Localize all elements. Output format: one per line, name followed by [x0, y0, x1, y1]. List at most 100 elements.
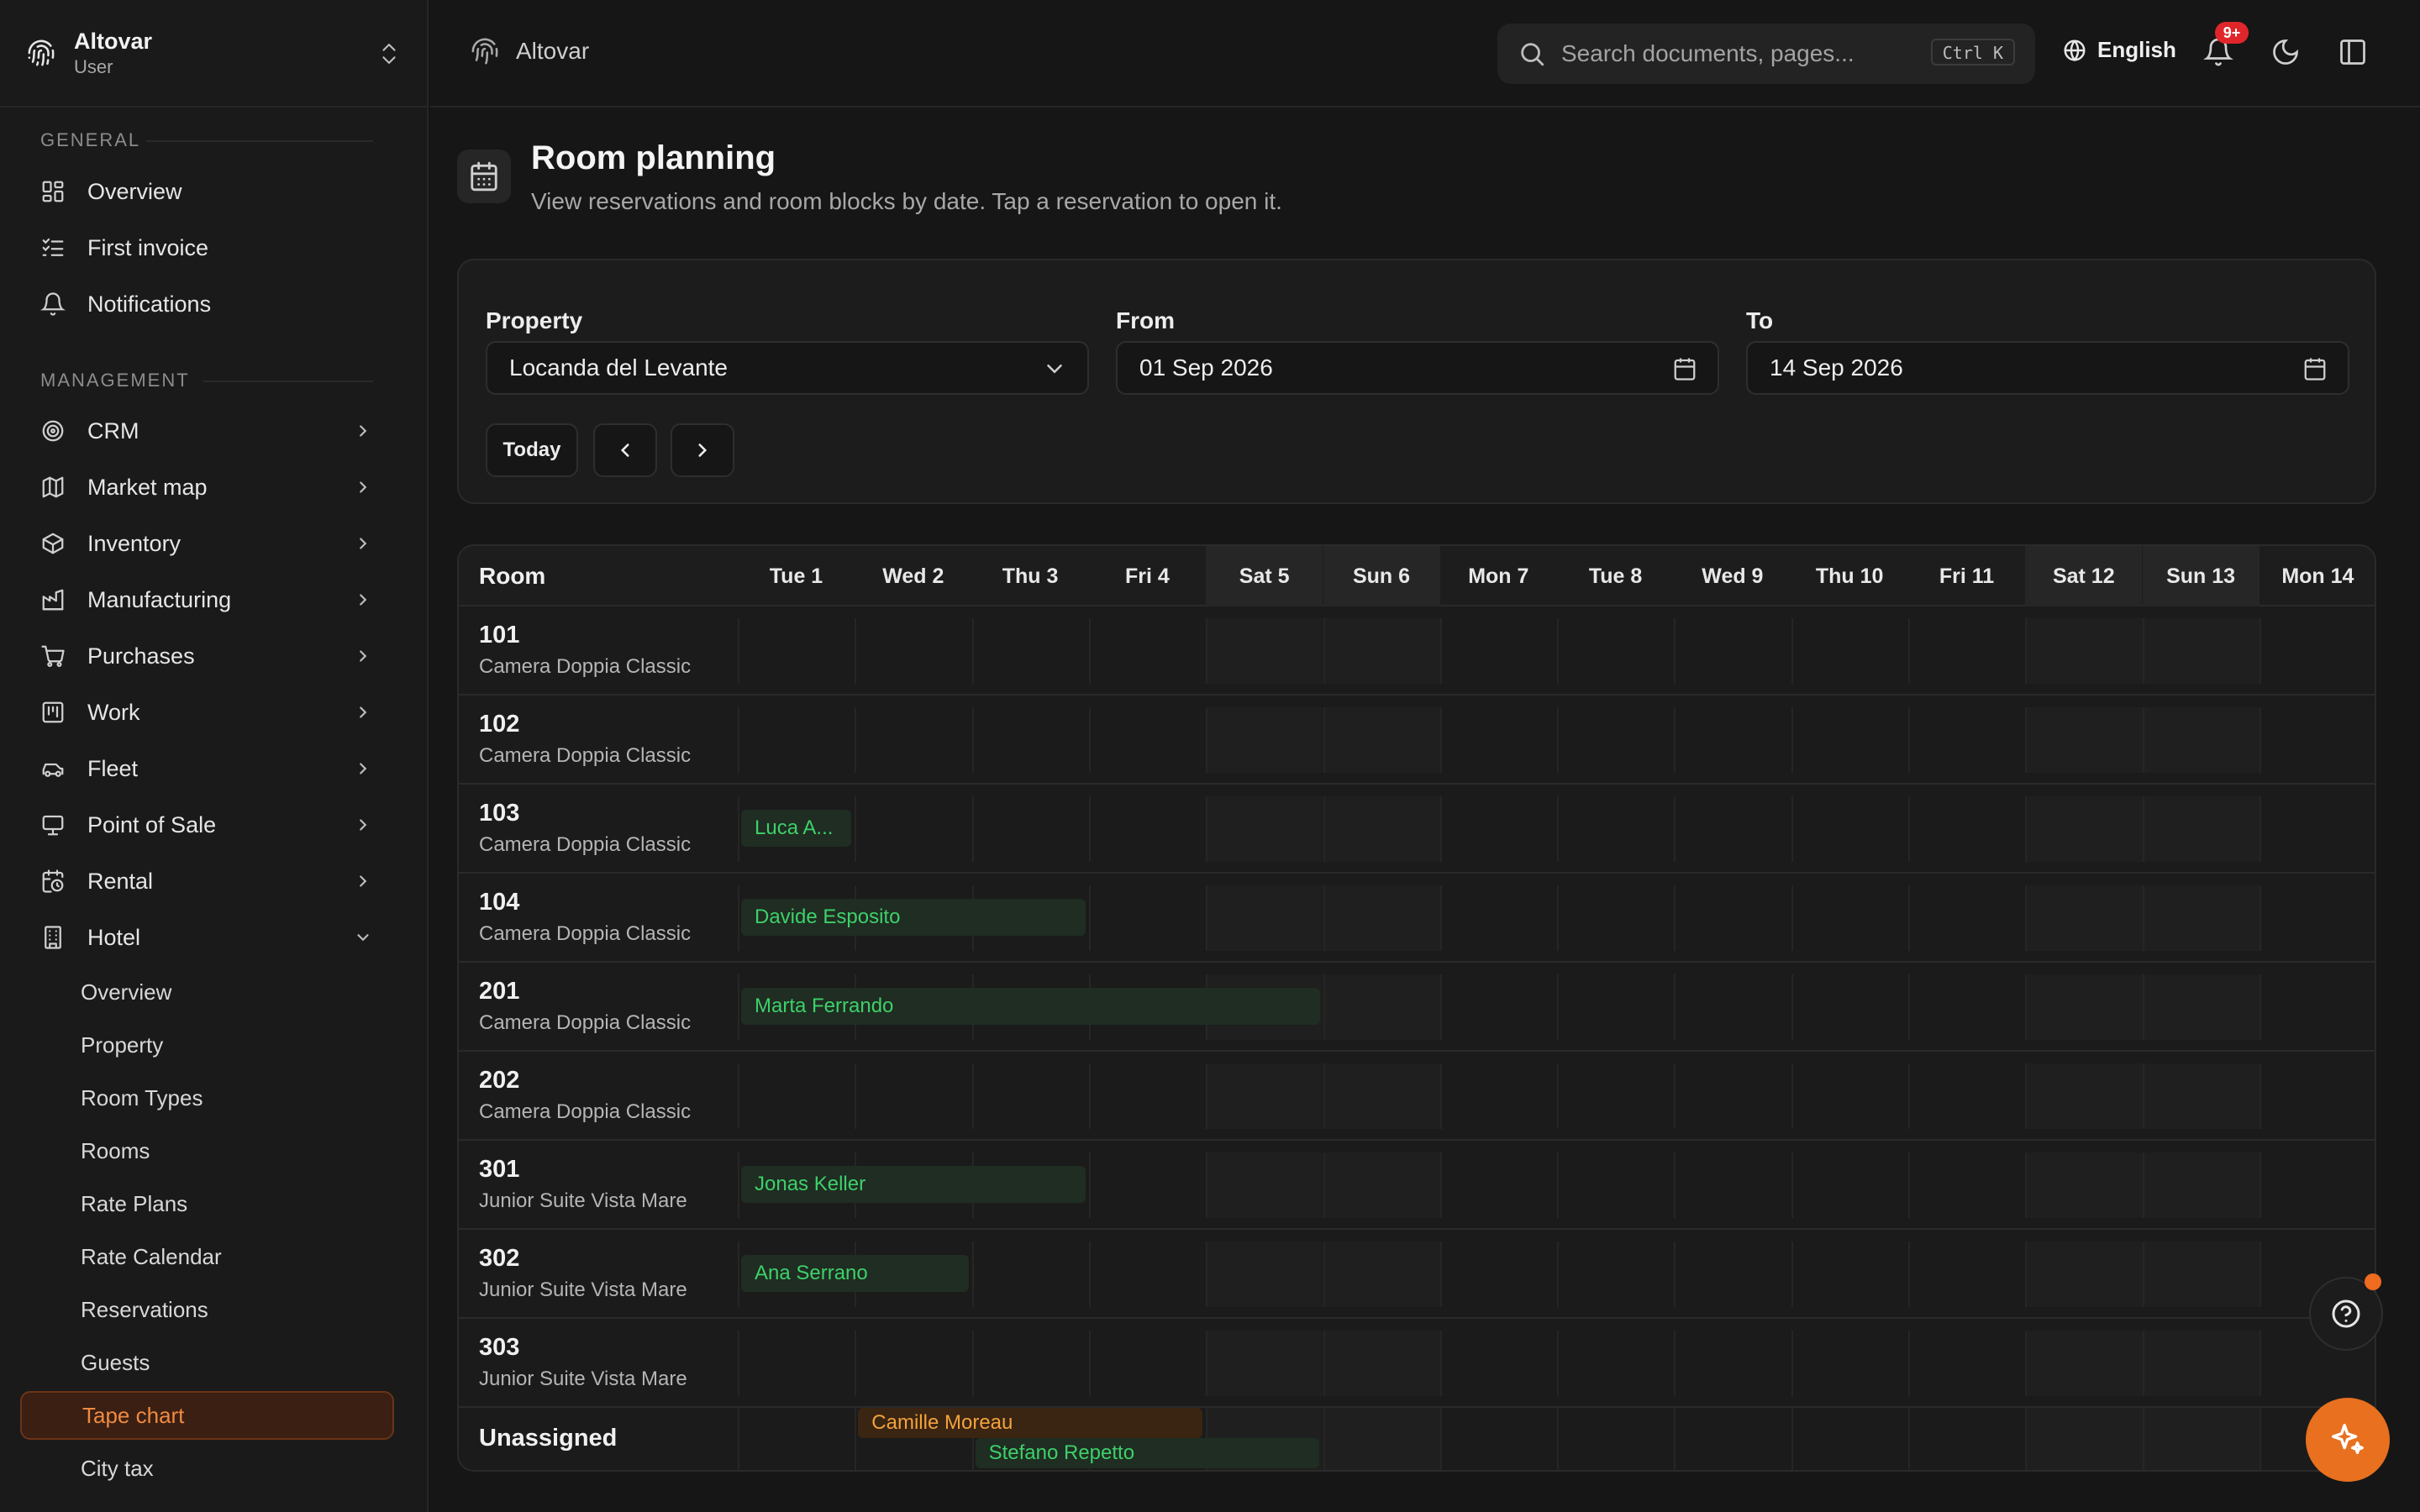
day-cell[interactable] — [2259, 1152, 2375, 1218]
day-cell[interactable] — [971, 707, 1089, 773]
reservation-bar[interactable]: Jonas Keller — [741, 1166, 1086, 1203]
day-cell[interactable] — [1323, 618, 1440, 684]
day-cell[interactable] — [1791, 1242, 1908, 1307]
day-cell[interactable] — [738, 1063, 855, 1129]
sidebar-item-hotel[interactable]: Hotel — [20, 914, 394, 961]
day-cell[interactable] — [2142, 1331, 2260, 1396]
day-cell[interactable] — [1088, 618, 1206, 684]
day-cell[interactable] — [1206, 1242, 1323, 1307]
day-cell[interactable] — [1791, 618, 1908, 684]
day-cell[interactable] — [1439, 1331, 1557, 1396]
sidebar-toggle-icon[interactable] — [2338, 37, 2368, 67]
today-button[interactable]: Today — [486, 423, 578, 477]
from-date-field[interactable]: 01 Sep 2026 — [1116, 341, 1719, 395]
day-cell[interactable] — [2259, 618, 2375, 684]
day-cell[interactable] — [2142, 1408, 2260, 1470]
sidebar-item-market-map[interactable]: Market map — [20, 464, 394, 511]
theme-toggle-moon-icon[interactable] — [2270, 37, 2301, 67]
day-cell[interactable] — [2025, 1408, 2143, 1470]
day-cell[interactable] — [1323, 1152, 1440, 1218]
day-cell[interactable] — [1674, 796, 1791, 862]
day-cell[interactable] — [2259, 707, 2375, 773]
day-cell[interactable] — [1908, 1408, 2025, 1470]
day-cell[interactable] — [1791, 885, 1908, 951]
sidebar-item-point-of-sale[interactable]: Point of Sale — [20, 801, 394, 848]
reservation-bar[interactable]: Davide Esposito — [741, 899, 1086, 936]
day-cell[interactable] — [1557, 618, 1674, 684]
day-cell[interactable] — [1557, 1152, 1674, 1218]
sidebar-subitem-rate-calendar[interactable]: Rate Calendar — [20, 1232, 394, 1281]
property-select[interactable]: Locanda del Levante — [486, 341, 1089, 395]
day-cell[interactable] — [1323, 1063, 1440, 1129]
day-cell[interactable] — [2025, 1242, 2143, 1307]
day-cell[interactable] — [1206, 1331, 1323, 1396]
day-cell[interactable] — [1791, 1152, 1908, 1218]
day-cell[interactable] — [1088, 1152, 1206, 1218]
sidebar-subitem-overview[interactable]: Overview — [20, 968, 394, 1016]
day-cell[interactable] — [1557, 796, 1674, 862]
day-cell[interactable] — [2142, 885, 2260, 951]
day-cell[interactable] — [1439, 1152, 1557, 1218]
sidebar-subitem-rate-plans[interactable]: Rate Plans — [20, 1179, 394, 1228]
day-cell[interactable] — [855, 1331, 971, 1396]
day-cell[interactable] — [1674, 885, 1791, 951]
day-cell[interactable] — [2259, 974, 2375, 1040]
day-cell[interactable] — [971, 618, 1089, 684]
day-cell[interactable] — [2142, 974, 2260, 1040]
day-cell[interactable] — [1674, 1408, 1791, 1470]
reservation-bar[interactable]: Ana Serrano — [741, 1255, 969, 1292]
day-cell[interactable] — [1088, 1331, 1206, 1396]
day-cell[interactable] — [1908, 618, 2025, 684]
sidebar-subitem-rooms[interactable]: Rooms — [20, 1126, 394, 1175]
previous-button[interactable] — [593, 423, 657, 477]
day-cell[interactable] — [1323, 885, 1440, 951]
day-cell[interactable] — [1791, 974, 1908, 1040]
sidebar-item-fleet[interactable]: Fleet — [20, 745, 394, 792]
day-cell[interactable] — [2025, 618, 2143, 684]
day-cell[interactable] — [2259, 796, 2375, 862]
sidebar-item-inventory[interactable]: Inventory — [20, 520, 394, 567]
day-cell[interactable] — [738, 1331, 855, 1396]
reservation-bar[interactable]: Luca A... — [741, 810, 852, 847]
day-cell[interactable] — [1674, 1331, 1791, 1396]
day-cell[interactable] — [2142, 707, 2260, 773]
day-cell[interactable] — [738, 1408, 855, 1470]
day-cell[interactable] — [738, 707, 855, 773]
sidebar-item-first-invoice[interactable]: First invoice — [20, 224, 394, 271]
day-cell[interactable] — [2025, 1152, 2143, 1218]
workspace-switcher[interactable]: Altovar User — [0, 0, 427, 108]
day-cell[interactable] — [738, 618, 855, 684]
day-cell[interactable] — [1908, 707, 2025, 773]
day-cell[interactable] — [2142, 796, 2260, 862]
day-cell[interactable] — [2025, 1063, 2143, 1129]
day-cell[interactable] — [1557, 885, 1674, 951]
search-input[interactable]: Search documents, pages... Ctrl K — [1497, 24, 2035, 84]
day-cell[interactable] — [1674, 974, 1791, 1040]
day-cell[interactable] — [855, 1063, 971, 1129]
sidebar-item-purchases[interactable]: Purchases — [20, 633, 394, 680]
day-cell[interactable] — [1323, 707, 1440, 773]
reservation-bar[interactable]: Stefano Repetto — [975, 1438, 1320, 1468]
day-cell[interactable] — [1557, 1331, 1674, 1396]
day-cell[interactable] — [1323, 1408, 1440, 1470]
sidebar-subitem-reservations[interactable]: Reservations — [20, 1285, 394, 1334]
sidebar-item-crm[interactable]: CRM — [20, 407, 394, 454]
day-cell[interactable] — [1791, 1408, 1908, 1470]
day-cell[interactable] — [2025, 707, 2143, 773]
day-cell[interactable] — [1206, 1152, 1323, 1218]
sidebar-subitem-city-tax[interactable]: City tax — [20, 1444, 394, 1493]
sidebar-subitem-guests[interactable]: Guests — [20, 1338, 394, 1387]
day-cell[interactable] — [2259, 885, 2375, 951]
day-cell[interactable] — [1206, 707, 1323, 773]
day-cell[interactable] — [2259, 1063, 2375, 1129]
next-button[interactable] — [671, 423, 734, 477]
day-cell[interactable] — [1557, 1408, 1674, 1470]
day-cell[interactable] — [1908, 1242, 2025, 1307]
sidebar-item-notifications[interactable]: Notifications — [20, 281, 394, 328]
day-cell[interactable] — [1323, 974, 1440, 1040]
sidebar-item-work[interactable]: Work — [20, 689, 394, 736]
day-cell[interactable] — [971, 1063, 1089, 1129]
day-cell[interactable] — [1908, 1331, 2025, 1396]
day-cell[interactable] — [1206, 618, 1323, 684]
day-cell[interactable] — [1439, 885, 1557, 951]
